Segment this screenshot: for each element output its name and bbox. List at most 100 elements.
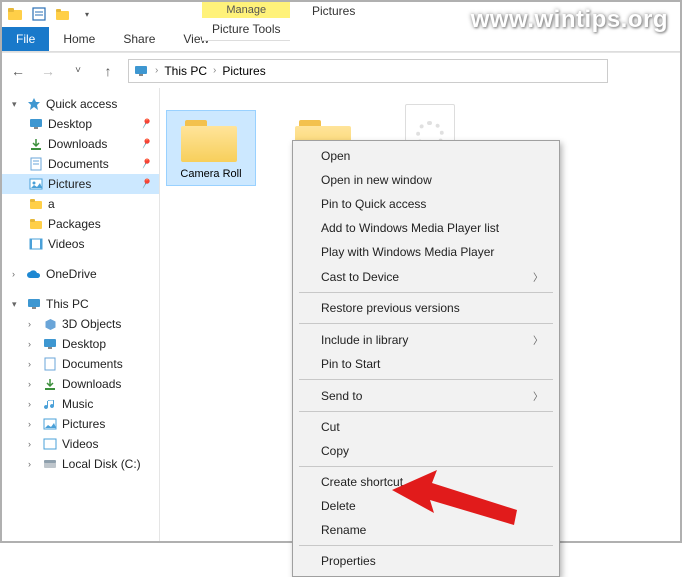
navigation-toolbar: ← → ˅ ↑ › This PC › Pictures [2, 52, 680, 88]
menu-item-include-library[interactable]: Include in library 〉 [293, 327, 559, 352]
folder-item-camera-roll[interactable]: Camera Roll [166, 110, 256, 186]
tab-home[interactable]: Home [49, 27, 109, 51]
chevron-right-icon[interactable]: › [28, 399, 38, 409]
folder-icon [179, 116, 243, 164]
sidebar-item-label: Pictures [62, 417, 105, 431]
menu-item-properties[interactable]: Properties [293, 549, 559, 573]
chevron-right-icon[interactable]: › [28, 359, 38, 369]
downloads-icon [28, 136, 44, 152]
menu-item-label: Cast to Device [321, 270, 399, 284]
chevron-right-icon[interactable]: › [28, 339, 38, 349]
menu-separator [299, 411, 553, 412]
cloud-icon [26, 266, 42, 282]
sidebar-item-desktop[interactable]: Desktop📍 [2, 114, 159, 134]
menu-item-label: Play with Windows Media Player [321, 245, 494, 259]
chevron-right-icon[interactable]: › [28, 439, 38, 449]
up-button[interactable]: ↑ [98, 63, 118, 79]
menu-item-label: Delete [321, 499, 356, 513]
sidebar-item-pc-downloads[interactable]: › Downloads [2, 374, 159, 394]
menu-item-open-new-window[interactable]: Open in new window [293, 168, 559, 192]
music-icon [42, 396, 58, 412]
chevron-right-icon[interactable]: › [28, 459, 38, 469]
chevron-right-icon[interactable]: › [153, 65, 160, 76]
menu-item-pin-start[interactable]: Pin to Start [293, 352, 559, 376]
sidebar-item-videos[interactable]: Videos [2, 234, 159, 254]
videos-icon [42, 436, 58, 452]
sidebar-item-label: Documents [48, 157, 109, 171]
menu-separator [299, 379, 553, 380]
chevron-down-icon[interactable]: ▾ [12, 99, 22, 110]
menu-item-cast-to-device[interactable]: Cast to Device〉 [293, 264, 559, 289]
breadcrumb-pictures[interactable]: Pictures [222, 64, 265, 78]
sidebar-item-pc-videos[interactable]: › Videos [2, 434, 159, 454]
sidebar-item-label: Documents [62, 357, 123, 371]
disk-icon [42, 456, 58, 472]
sidebar-item-local-disk[interactable]: ›Local Disk (C:) [2, 454, 159, 474]
sidebar-item-pc-documents[interactable]: › Documents [2, 354, 159, 374]
menu-item-cut[interactable]: Cut [293, 415, 559, 439]
window-title: Pictures [312, 4, 355, 18]
sidebar-item-pc-pictures[interactable]: › Pictures [2, 414, 159, 434]
menu-item-label: Properties [321, 554, 376, 568]
properties-qat-icon[interactable] [30, 5, 48, 23]
documents-icon [28, 156, 44, 172]
recent-locations-button[interactable]: ˅ [68, 65, 88, 76]
chevron-right-icon[interactable]: › [28, 379, 38, 389]
chevron-down-icon[interactable]: ▾ [12, 299, 22, 310]
sidebar-item-label: Downloads [62, 377, 121, 391]
pin-icon: 📍 [137, 176, 153, 192]
folder-item-label: Camera Roll [180, 168, 241, 180]
sidebar-item-packages[interactable]: Packages [2, 214, 159, 234]
desktop-icon [28, 116, 44, 132]
menu-item-label: Rename [321, 523, 366, 537]
navigation-pane[interactable]: ▾ Quick access Desktop📍 Downloads📍 Docum… [2, 88, 160, 541]
tab-picture-tools[interactable]: Picture Tools [202, 18, 290, 41]
sidebar-this-pc[interactable]: ▾This PC [2, 294, 159, 314]
cube-icon [42, 316, 58, 332]
address-bar[interactable]: › This PC › Pictures [128, 59, 608, 83]
chevron-right-icon[interactable]: › [28, 319, 38, 329]
new-folder-qat-icon[interactable] [54, 5, 72, 23]
pictures-icon [42, 416, 58, 432]
sidebar-item-pc-desktop[interactable]: ›Desktop [2, 334, 159, 354]
sidebar-item-pictures[interactable]: Pictures📍 [2, 174, 159, 194]
menu-item-label: Add to Windows Media Player list [321, 221, 499, 235]
menu-item-play-wmp[interactable]: Play with Windows Media Player [293, 240, 559, 264]
sidebar-item-a[interactable]: a [2, 194, 159, 214]
sidebar-item-label: Downloads [48, 137, 107, 151]
sidebar-item-label: Videos [48, 237, 84, 251]
sidebar-item-documents[interactable]: Documents 📍 [2, 154, 159, 174]
sidebar-item-label: Quick access [46, 97, 117, 111]
sidebar-onedrive[interactable]: ›OneDrive [2, 264, 159, 284]
sidebar-item-label: Videos [62, 437, 98, 451]
sidebar-item-pc-music[interactable]: ›Music [2, 394, 159, 414]
pictures-icon [28, 176, 44, 192]
file-tab[interactable]: File [2, 27, 49, 51]
sidebar-quick-access[interactable]: ▾ Quick access [2, 94, 159, 114]
qat-customize-icon[interactable]: ▾ [78, 5, 96, 23]
pin-icon: 📍 [137, 156, 153, 172]
chevron-right-icon[interactable]: › [12, 269, 22, 279]
chevron-right-icon: 〉 [533, 332, 543, 347]
chevron-right-icon[interactable]: › [211, 65, 218, 76]
downloads-icon [42, 376, 58, 392]
menu-item-label: Include in library [321, 333, 408, 347]
menu-item-pin-quick-access[interactable]: Pin to Quick access [293, 192, 559, 216]
forward-button[interactable]: → [38, 63, 58, 79]
sidebar-item-3dobjects[interactable]: ›3D Objects [2, 314, 159, 334]
menu-item-copy[interactable]: Copy [293, 439, 559, 463]
folder-icon [28, 216, 44, 232]
breadcrumb-this-pc[interactable]: This PC [164, 64, 207, 78]
menu-item-add-wmp-list[interactable]: Add to Windows Media Player list [293, 216, 559, 240]
contextual-header: Manage [202, 2, 290, 18]
back-button[interactable]: ← [8, 63, 28, 79]
menu-item-label: Pin to Start [321, 357, 380, 371]
menu-item-send-to[interactable]: Send to〉 [293, 383, 559, 408]
monitor-icon [26, 296, 42, 312]
menu-item-restore-versions[interactable]: Restore previous versions [293, 296, 559, 320]
sidebar-item-downloads[interactable]: Downloads📍 [2, 134, 159, 154]
chevron-right-icon[interactable]: › [28, 419, 38, 429]
explorer-icon [6, 5, 24, 23]
tab-share[interactable]: Share [109, 27, 169, 51]
menu-item-open[interactable]: Open [293, 144, 559, 168]
